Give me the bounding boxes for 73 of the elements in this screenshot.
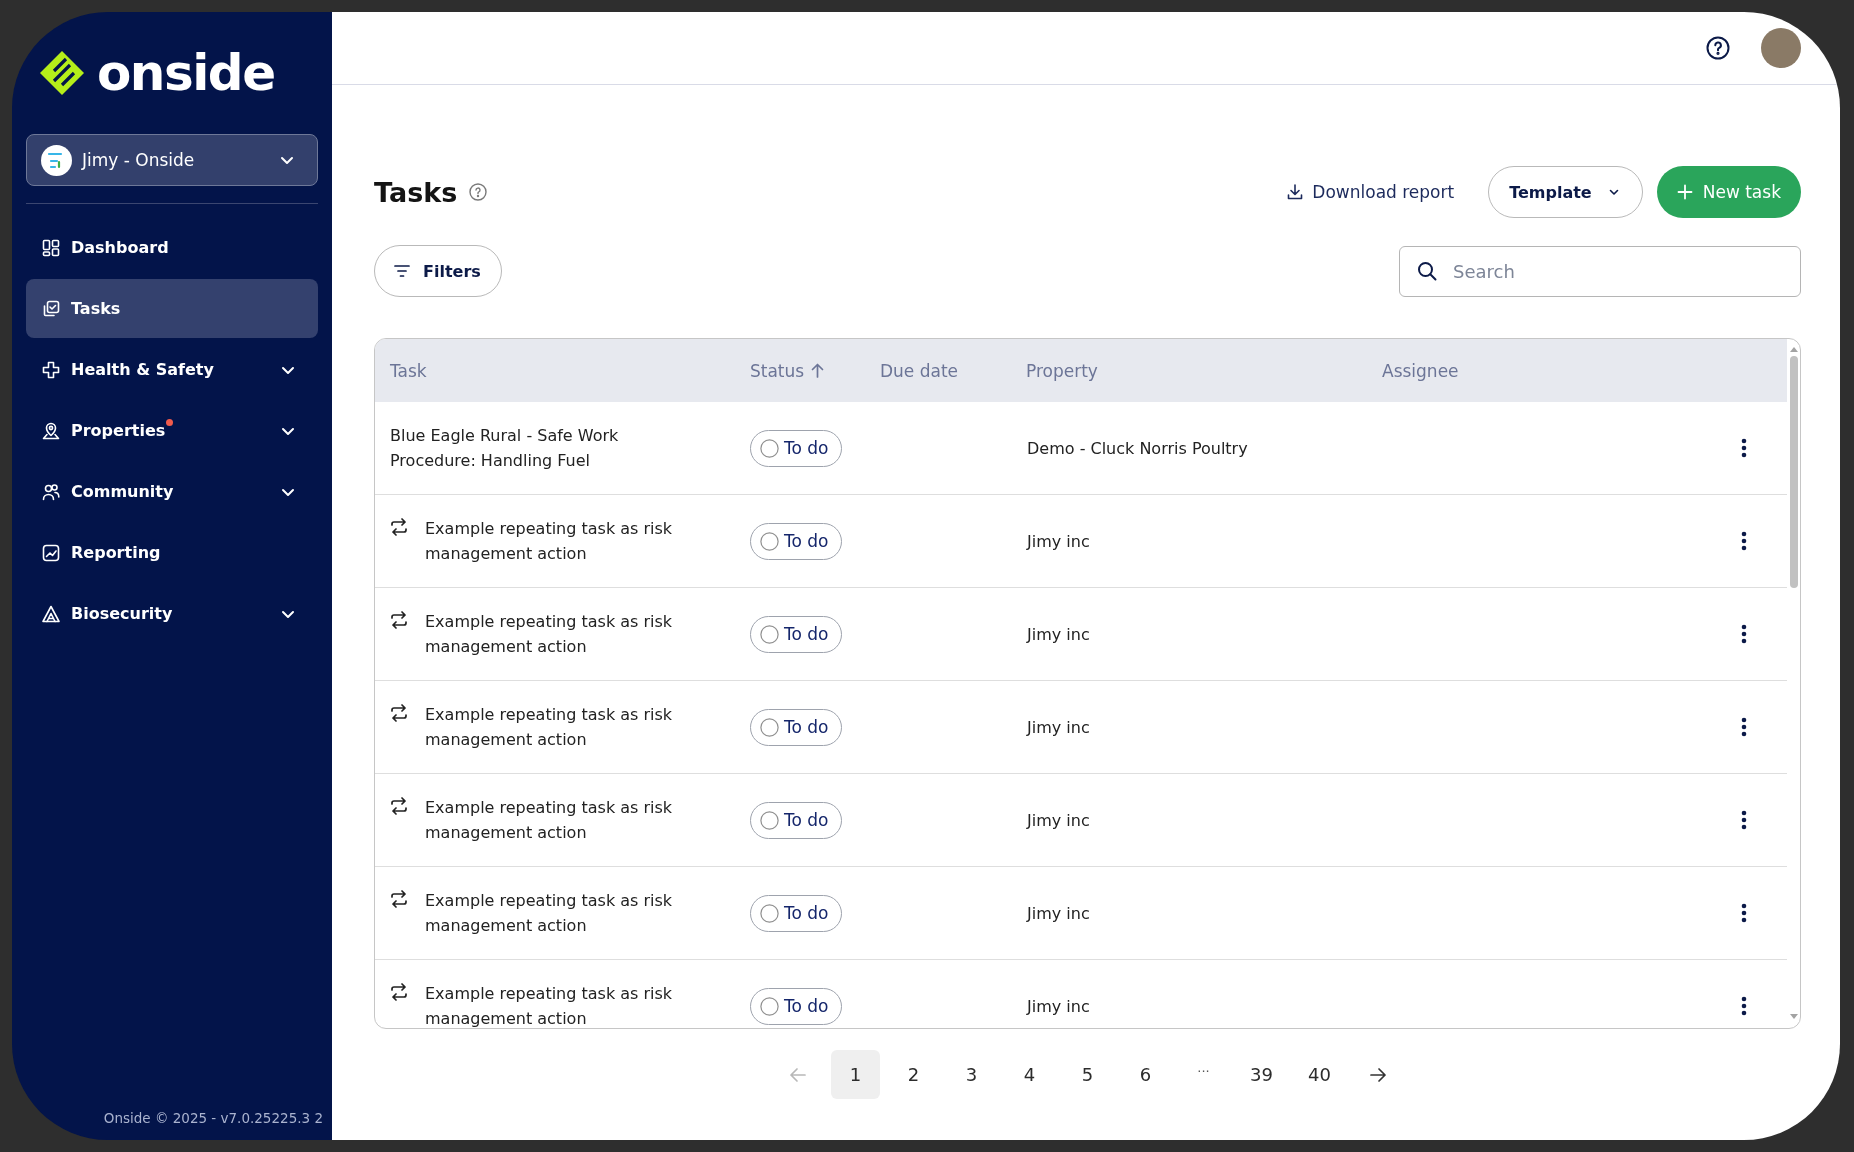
filters-button[interactable]: Filters <box>374 245 502 297</box>
download-icon <box>1286 183 1305 201</box>
status-button[interactable]: To do <box>750 894 842 932</box>
task-title[interactable]: Blue Eagle Rural - Safe Work Procedure: Handling Fuel <box>390 423 690 473</box>
page-button[interactable]: 3 <box>947 1050 996 1099</box>
search-icon <box>1417 260 1437 281</box>
template-button[interactable]: Template <box>1488 166 1643 218</box>
task-squares-icon <box>41 298 61 319</box>
status-button[interactable]: To do <box>750 801 842 839</box>
nav-item[interactable]: Biosecurity <box>26 584 318 643</box>
triangle-icon <box>41 603 61 624</box>
plus-icon <box>1676 184 1693 200</box>
nav-item[interactable]: Dashboard <box>26 218 318 277</box>
column-header[interactable]: Status <box>735 360 865 381</box>
map-pin-icon <box>41 420 61 441</box>
property-cell-text: Demo - Cluck Norris Poultry <box>1026 438 1249 458</box>
nav-item[interactable]: Community <box>26 462 318 521</box>
search-field[interactable]: Search <box>1399 245 1801 297</box>
property-cell-text: Jimy inc <box>1025 717 1091 737</box>
more-options-icon[interactable] <box>1740 810 1747 830</box>
more-options-icon[interactable] <box>1740 438 1747 458</box>
page-button[interactable]: 6 <box>1121 1050 1170 1099</box>
property-cell-text: Jimy inc <box>1025 810 1091 830</box>
task-title[interactable]: Example repeating task as risk management action <box>425 609 725 659</box>
filter-lines-icon <box>393 262 411 280</box>
nav-item[interactable]: Health & Safety <box>26 340 318 399</box>
page-title: Tasks <box>374 176 458 208</box>
column-header[interactable]: Property <box>1011 360 1367 381</box>
nav-item[interactable]: Tasks <box>26 279 318 338</box>
column-header[interactable]: Due date <box>865 360 1011 381</box>
scrollbar-thumb[interactable] <box>1789 356 1798 588</box>
task-title[interactable]: Example repeating task as risk management action <box>425 516 725 566</box>
page-button[interactable]: 2 <box>889 1050 938 1099</box>
nav-item[interactable]: Properties <box>26 401 318 460</box>
page-button[interactable]: 1 <box>831 1050 880 1099</box>
status-button[interactable]: To do <box>750 708 842 746</box>
logo-icon <box>40 51 85 95</box>
property-cell-text: Jimy inc <box>1025 531 1091 551</box>
page-button[interactable]: 39 <box>1237 1050 1286 1099</box>
page-button[interactable]: 40 <box>1295 1050 1344 1099</box>
property-cell-text: Jimy inc <box>1025 624 1091 644</box>
pagination-ellipsis: ... <box>1196 1060 1211 1075</box>
medical-cross-icon <box>41 359 61 380</box>
status-button[interactable]: To do <box>750 429 842 467</box>
help-icon[interactable] <box>1706 36 1730 60</box>
more-options-icon[interactable] <box>1740 717 1747 737</box>
people-icon <box>41 481 61 502</box>
more-options-icon[interactable] <box>1740 996 1747 1016</box>
status-button[interactable]: To do <box>750 615 842 653</box>
task-title[interactable]: Example repeating task as risk management action <box>425 795 725 845</box>
task-title[interactable]: Example repeating task as risk management action <box>425 981 725 1028</box>
more-options-icon[interactable] <box>1740 624 1747 644</box>
nav-item[interactable]: Reporting <box>26 523 318 582</box>
page-button[interactable]: 5 <box>1063 1050 1112 1099</box>
avatar-placeholder[interactable] <box>1761 28 1801 68</box>
version-footer: Onside © 2025 - v7.0.25225.3 2 <box>26 1110 323 1140</box>
task-title[interactable]: Example repeating task as risk management action <box>425 702 725 752</box>
status-button[interactable]: To do <box>750 987 842 1025</box>
task-title[interactable]: Example repeating task as risk management action <box>425 888 725 938</box>
chart-image-icon <box>41 542 61 563</box>
logo-wordmark: onside <box>97 48 275 98</box>
status-button[interactable]: To do <box>750 522 842 560</box>
download-report-link[interactable]: Download report <box>1286 182 1455 202</box>
workspace-logo-icon <box>41 144 72 176</box>
column-header[interactable]: Assignee <box>1367 360 1700 381</box>
workspace-selector[interactable]: Jimy - Onside <box>26 134 318 186</box>
page-button[interactable]: 4 <box>1005 1050 1054 1099</box>
dashboard-grid-icon <box>41 237 61 258</box>
property-cell-text: Jimy inc <box>1025 996 1091 1016</box>
more-options-icon[interactable] <box>1740 531 1747 551</box>
property-cell-text: Jimy inc <box>1025 903 1091 923</box>
more-options-icon[interactable] <box>1740 903 1747 923</box>
column-header[interactable]: Task <box>375 360 735 381</box>
